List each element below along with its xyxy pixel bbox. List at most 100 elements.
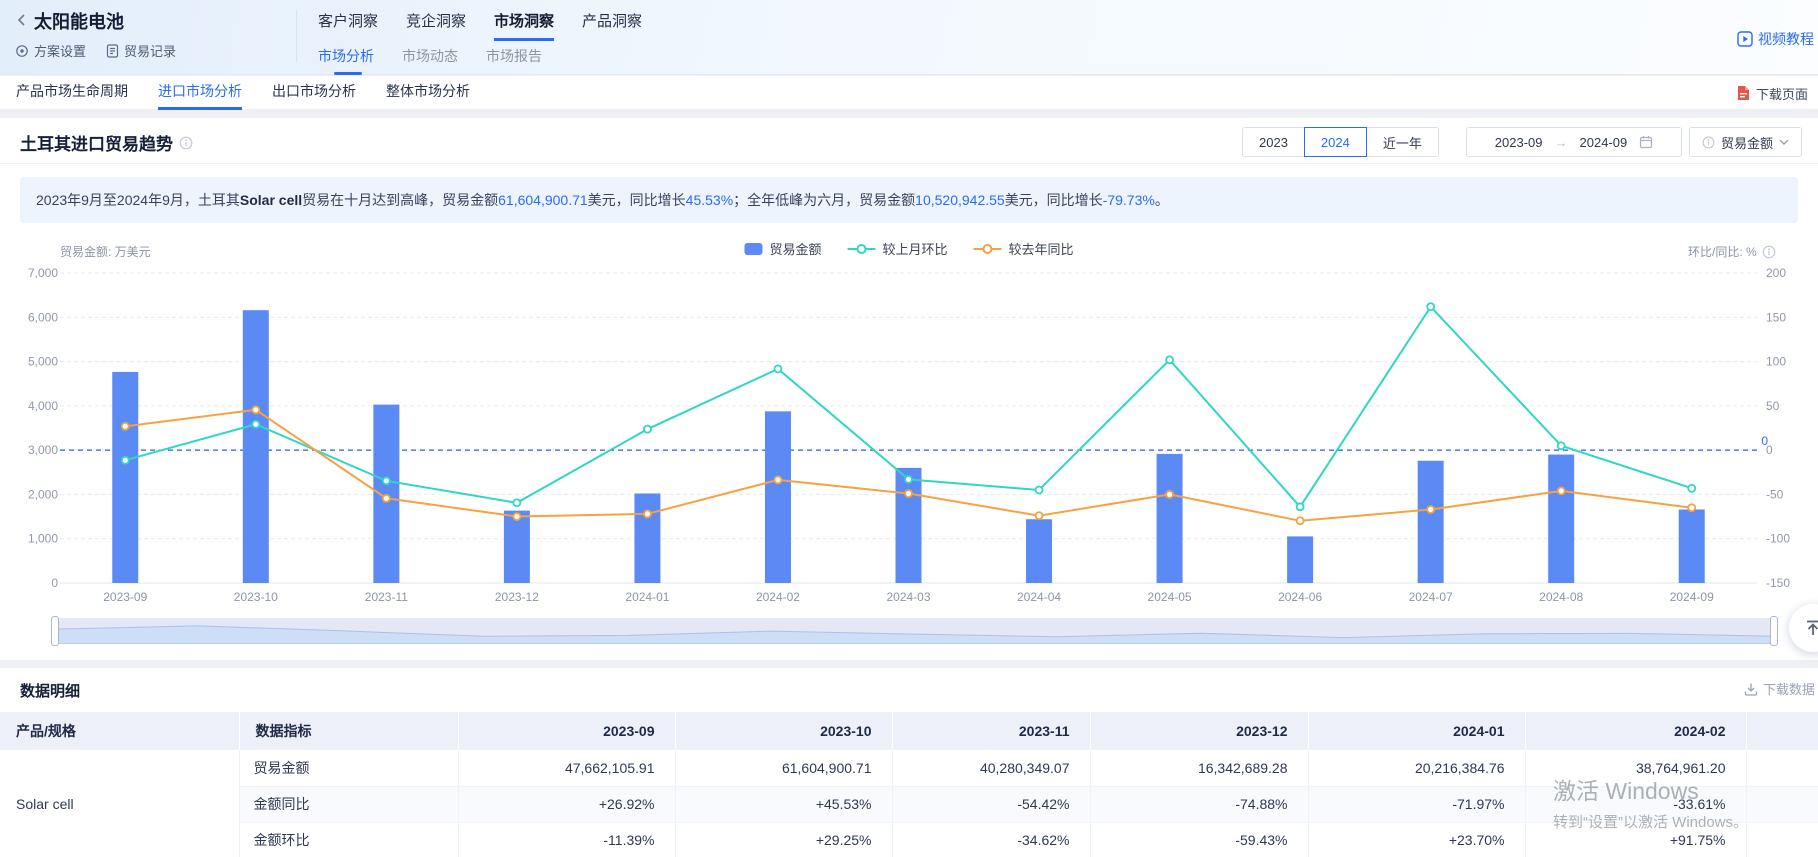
data-detail-table: 产品/规格数据指标2023-092023-102023-112023-12202… (0, 712, 1818, 857)
trend-chart: 0-1501,000-1002,000-503,00004,000505,000… (0, 265, 1818, 615)
back-button[interactable] (16, 13, 27, 32)
x-axis-label: 2024-04 (1017, 590, 1061, 604)
data-point[interactable] (644, 510, 651, 517)
data-point[interactable] (1297, 517, 1304, 524)
tab-competitor-insight[interactable]: 竞企洞察 (406, 10, 466, 41)
x-axis-label: 2024-02 (756, 590, 800, 604)
value-cell: +91.75% (1525, 822, 1746, 857)
data-point[interactable] (1297, 503, 1304, 510)
data-point[interactable] (644, 426, 651, 433)
nav-import-analysis[interactable]: 进口市场分析 (158, 76, 242, 110)
target-icon (15, 44, 29, 58)
nav-overall-analysis[interactable]: 整体市场分析 (386, 76, 470, 110)
slider-handle-right[interactable] (1770, 616, 1778, 646)
tab-product-insight[interactable]: 产品洞察 (582, 10, 642, 41)
scroll-to-top-icon (1803, 618, 1818, 638)
trend-chart-card: 土耳其进口贸易趋势 2023 2024 近一年 2023-09 → 2024-0… (0, 118, 1818, 660)
data-point[interactable] (1688, 485, 1695, 492)
legend-item[interactable]: 较上月环比 (847, 239, 947, 258)
x-axis-label: 2023-09 (103, 590, 147, 604)
tab-market-insight[interactable]: 市场洞察 (494, 10, 554, 41)
download-page-button[interactable]: 下载页面 (1736, 76, 1808, 110)
header-divider (296, 10, 297, 62)
value-cell: -11.39% (458, 822, 675, 857)
bar[interactable] (1418, 461, 1444, 583)
value-cell: 20,216,384.76 (1308, 750, 1525, 786)
summary-part: 贸易在十月达到高峰，贸易金额 (302, 190, 498, 210)
column-header-empty (1746, 712, 1818, 750)
bar[interactable] (765, 411, 791, 583)
data-point[interactable] (774, 476, 781, 483)
data-point[interactable] (513, 513, 520, 520)
year-2023-button[interactable]: 2023 (1242, 127, 1305, 157)
data-point[interactable] (122, 457, 129, 464)
year-button-group: 2023 2024 近一年 (1242, 127, 1439, 157)
right-axis-tick: -150 (1766, 576, 1790, 590)
metric-dropdown[interactable]: 贸易金额 (1689, 127, 1802, 157)
data-point[interactable] (1427, 506, 1434, 513)
trade-records-button[interactable]: 贸易记录 (106, 41, 176, 60)
bar[interactable] (1026, 519, 1052, 583)
data-point[interactable] (252, 406, 259, 413)
nav-product-lifecycle[interactable]: 产品市场生命周期 (16, 76, 128, 110)
bar[interactable] (634, 493, 660, 583)
subtab-market-analysis[interactable]: 市场分析 (318, 46, 374, 66)
data-point[interactable] (383, 495, 390, 502)
info-icon[interactable] (179, 136, 193, 150)
legend-item[interactable]: 贸易金额 (744, 239, 821, 258)
empty-cell (1746, 786, 1818, 822)
chevron-left-icon (16, 13, 27, 27)
left-axis-tick: 7,000 (28, 266, 58, 280)
chart-range-slider[interactable] (55, 618, 1774, 644)
data-point[interactable] (774, 365, 781, 372)
data-point[interactable] (1036, 512, 1043, 519)
info-icon[interactable] (1762, 245, 1776, 259)
empty-cell (1746, 750, 1818, 786)
bar[interactable] (1548, 455, 1574, 583)
bar[interactable] (1287, 536, 1313, 583)
data-point[interactable] (1558, 442, 1565, 449)
plan-settings-button[interactable]: 方案设置 (15, 41, 86, 60)
left-axis-tick: 0 (51, 576, 58, 590)
data-point[interactable] (252, 421, 259, 428)
legend-item[interactable]: 较去年同比 (974, 239, 1074, 258)
value-cell: 38,764,961.20 (1525, 750, 1746, 786)
slider-handle-left[interactable] (51, 616, 59, 646)
year-2024-button[interactable]: 2024 (1304, 127, 1367, 157)
tab-customer-insight[interactable]: 客户洞察 (318, 10, 378, 41)
legend-line-marker (974, 243, 1002, 255)
data-point[interactable] (905, 476, 912, 483)
subtab-active-indicator (334, 72, 362, 75)
bar[interactable] (1157, 454, 1183, 583)
data-point[interactable] (383, 477, 390, 484)
data-point[interactable] (1688, 504, 1695, 511)
video-tutorial-link[interactable]: 视频教程 (1737, 29, 1814, 49)
bar[interactable] (112, 372, 138, 583)
analysis-nav: 产品市场生命周期 进口市场分析 出口市场分析 整体市场分析 下载页面 (0, 76, 1818, 110)
trade-records-label: 贸易记录 (124, 41, 176, 60)
subtab-market-report[interactable]: 市场报告 (486, 46, 542, 66)
bar[interactable] (243, 310, 269, 583)
right-axis-tick: 150 (1766, 310, 1786, 324)
bar[interactable] (1679, 509, 1705, 583)
recent-year-button[interactable]: 近一年 (1366, 127, 1439, 157)
date-range-picker[interactable]: 2023-09 → 2024-09 (1466, 127, 1682, 157)
empty-cell (1746, 822, 1818, 857)
subtab-market-dynamics[interactable]: 市场动态 (402, 46, 458, 66)
data-point[interactable] (1036, 487, 1043, 494)
bar[interactable] (504, 511, 530, 583)
bar[interactable] (373, 405, 399, 583)
data-point[interactable] (1166, 356, 1173, 363)
table-row: Solar cell贸易金额47,662,105.9161,604,900.71… (0, 750, 1818, 786)
data-point[interactable] (513, 499, 520, 506)
download-data-button[interactable]: 下载数据 (1744, 679, 1815, 698)
data-point[interactable] (1166, 491, 1173, 498)
right-axis-tick: 200 (1766, 266, 1786, 280)
data-detail-title: 数据明细 (20, 680, 80, 701)
data-point[interactable] (905, 490, 912, 497)
data-point[interactable] (1427, 303, 1434, 310)
data-point[interactable] (1558, 487, 1565, 494)
data-point[interactable] (122, 423, 129, 430)
nav-export-analysis[interactable]: 出口市场分析 (272, 76, 356, 110)
bar[interactable] (896, 468, 922, 583)
